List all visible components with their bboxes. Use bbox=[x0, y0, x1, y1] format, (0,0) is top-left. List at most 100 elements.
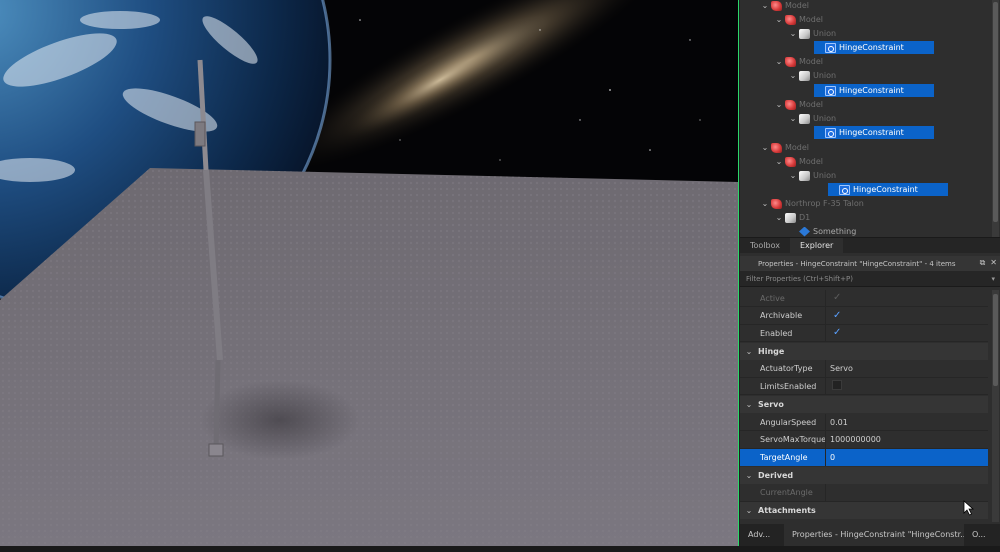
property-name: TargetAngle bbox=[740, 448, 826, 466]
chevron-down-icon[interactable]: ⌄ bbox=[788, 71, 798, 80]
script-icon bbox=[799, 226, 810, 237]
property-value[interactable]: 0.01 bbox=[826, 414, 988, 431]
property-value[interactable]: 0 bbox=[826, 448, 988, 466]
tree-item-label: Model bbox=[799, 57, 824, 66]
category-label: Derived bbox=[758, 470, 794, 480]
tree-item-label: Model bbox=[799, 157, 824, 166]
tree-item-hingeconstraint[interactable]: HingeConstraint bbox=[814, 84, 934, 97]
tree-item-label: D1 bbox=[799, 213, 811, 222]
tree-item-hingeconstraint[interactable]: HingeConstraint bbox=[814, 126, 934, 139]
tree-item-label: Union bbox=[813, 171, 837, 180]
chevron-down-icon[interactable]: ⌄ bbox=[774, 100, 784, 109]
chevron-down-icon[interactable]: ⌄ bbox=[774, 57, 784, 66]
property-value[interactable]: 1000000000 bbox=[826, 431, 988, 448]
property-row-actuatortype[interactable]: ActuatorType Servo bbox=[740, 360, 988, 378]
tree-item[interactable]: ⌄ Union bbox=[788, 69, 836, 82]
tree-item-label: HingeConstraint bbox=[853, 185, 918, 194]
checkmark-icon[interactable] bbox=[832, 324, 842, 341]
tree-item[interactable]: ⌄ Union bbox=[788, 169, 836, 182]
undock-icon[interactable]: ⧉ bbox=[980, 258, 986, 268]
property-value bbox=[826, 484, 988, 501]
property-row-targetangle[interactable]: TargetAngle 0 bbox=[740, 448, 988, 467]
tree-item[interactable]: ⌄ Model bbox=[774, 155, 823, 168]
property-checkbox bbox=[826, 290, 988, 307]
tree-item-label: Union bbox=[813, 29, 837, 38]
property-row-currentangle[interactable]: CurrentAngle bbox=[740, 484, 988, 502]
3d-viewport[interactable] bbox=[0, 0, 739, 546]
tab-advanced[interactable]: Adv... bbox=[740, 524, 784, 546]
tree-item[interactable]: ⌄ Model bbox=[774, 13, 823, 26]
panel-tabs: Toolbox Explorer bbox=[740, 237, 1000, 254]
hinge-constraint-icon bbox=[825, 127, 836, 138]
tree-item[interactable]: ⌄ Model bbox=[760, 0, 809, 12]
property-name: AngularSpeed bbox=[740, 413, 826, 431]
property-row-limitsenabled[interactable]: LimitsEnabled bbox=[740, 377, 988, 396]
tree-item-hingeconstraint[interactable]: HingeConstraint bbox=[828, 183, 948, 196]
chevron-down-icon[interactable]: ⌄ bbox=[788, 29, 798, 38]
tree-item-label: Something bbox=[813, 227, 857, 236]
model-icon bbox=[785, 14, 796, 25]
property-name: ServoMaxTorque bbox=[740, 431, 826, 449]
property-row-angularspeed[interactable]: AngularSpeed 0.01 bbox=[740, 413, 988, 431]
property-name: ActuatorType bbox=[740, 360, 826, 378]
chevron-down-icon[interactable]: ⌄ bbox=[740, 471, 758, 480]
tree-item-label: HingeConstraint bbox=[839, 86, 904, 95]
tree-item[interactable]: ⌄ Model bbox=[774, 55, 823, 68]
property-checkbox[interactable] bbox=[826, 378, 988, 395]
tab-output[interactable]: O... bbox=[964, 524, 1000, 546]
chevron-down-icon[interactable]: ⌄ bbox=[760, 143, 770, 152]
chevron-down-icon[interactable]: ⌄ bbox=[774, 213, 784, 222]
chevron-down-icon[interactable]: ▾ bbox=[991, 271, 995, 287]
category-servo[interactable]: ⌄ Servo bbox=[740, 396, 988, 413]
chevron-down-icon[interactable]: ⌄ bbox=[760, 199, 770, 208]
category-derived[interactable]: ⌄ Derived bbox=[740, 466, 988, 484]
filter-properties-input[interactable]: Filter Properties (Ctrl+Shift+P) ▾ bbox=[740, 271, 1000, 287]
tree-item[interactable]: ⌄ D1 bbox=[774, 211, 810, 224]
tree-item[interactable]: ⌄ Union bbox=[788, 112, 836, 125]
explorer-scrollbar[interactable] bbox=[992, 0, 999, 237]
properties-title: Properties - HingeConstraint "HingeConst… bbox=[758, 259, 956, 268]
checkbox-empty[interactable] bbox=[832, 380, 842, 391]
chevron-down-icon[interactable]: ⌄ bbox=[760, 1, 770, 10]
tab-explorer[interactable]: Explorer bbox=[790, 238, 844, 254]
tree-item[interactable]: ⌄ Model bbox=[760, 141, 809, 154]
hinge-constraint-icon bbox=[825, 85, 836, 96]
chevron-down-icon[interactable]: ⌄ bbox=[788, 114, 798, 123]
tree-item[interactable]: ⌄ Union bbox=[788, 27, 836, 40]
properties-grid[interactable]: ActiveArchivableEnabled⌄HingeActuatorTyp… bbox=[740, 290, 990, 520]
tree-item-hingeconstraint[interactable]: HingeConstraint bbox=[814, 41, 934, 54]
tab-toolbox[interactable]: Toolbox bbox=[740, 238, 790, 254]
properties-scrollbar[interactable] bbox=[992, 290, 999, 522]
chevron-down-icon[interactable]: ⌄ bbox=[788, 171, 798, 180]
tree-item-label: Northrop F-35 Talon bbox=[785, 199, 864, 208]
property-row-active[interactable]: Active bbox=[740, 290, 988, 307]
property-value[interactable]: Servo bbox=[826, 360, 988, 377]
property-row-servomaxtorque[interactable]: ServoMaxTorque 1000000000 bbox=[740, 431, 988, 449]
union-icon bbox=[799, 170, 810, 181]
tab-properties[interactable]: Properties - HingeConstraint "HingeConst… bbox=[784, 524, 964, 546]
category-label: Attachments bbox=[758, 506, 816, 516]
model-icon bbox=[771, 142, 782, 153]
category-label: Hinge bbox=[758, 346, 785, 356]
property-name: Archivable bbox=[740, 307, 826, 325]
chevron-down-icon[interactable]: ⌄ bbox=[740, 506, 758, 515]
tree-item[interactable]: ⌄ Model bbox=[774, 98, 823, 111]
property-checkbox[interactable] bbox=[826, 324, 988, 342]
chevron-down-icon[interactable]: ⌄ bbox=[774, 15, 784, 24]
tree-item-label: Model bbox=[799, 100, 824, 109]
chevron-down-icon[interactable]: ⌄ bbox=[774, 157, 784, 166]
tree-item[interactable]: Something bbox=[788, 225, 856, 237]
category-hinge[interactable]: ⌄ Hinge bbox=[740, 342, 988, 360]
category-attachments[interactable]: ⌄ Attachments bbox=[740, 502, 988, 520]
property-row-enabled[interactable]: Enabled bbox=[740, 324, 988, 343]
property-name: Active bbox=[740, 290, 826, 307]
property-row-archivable[interactable]: Archivable bbox=[740, 307, 988, 325]
chevron-down-icon[interactable]: ⌄ bbox=[740, 347, 758, 356]
checkmark-icon[interactable] bbox=[832, 307, 842, 324]
union-icon bbox=[785, 212, 796, 223]
explorer-tree[interactable]: ⌄ Model ⌄ Model ⌄ Union HingeConstraint ⌄ Model ⌄… bbox=[740, 0, 1000, 237]
tree-item[interactable]: ⌄ Northrop F-35 Talon bbox=[760, 197, 864, 210]
chevron-down-icon[interactable]: ⌄ bbox=[740, 400, 758, 409]
close-icon[interactable]: ✕ bbox=[990, 258, 997, 268]
property-checkbox[interactable] bbox=[826, 307, 988, 324]
